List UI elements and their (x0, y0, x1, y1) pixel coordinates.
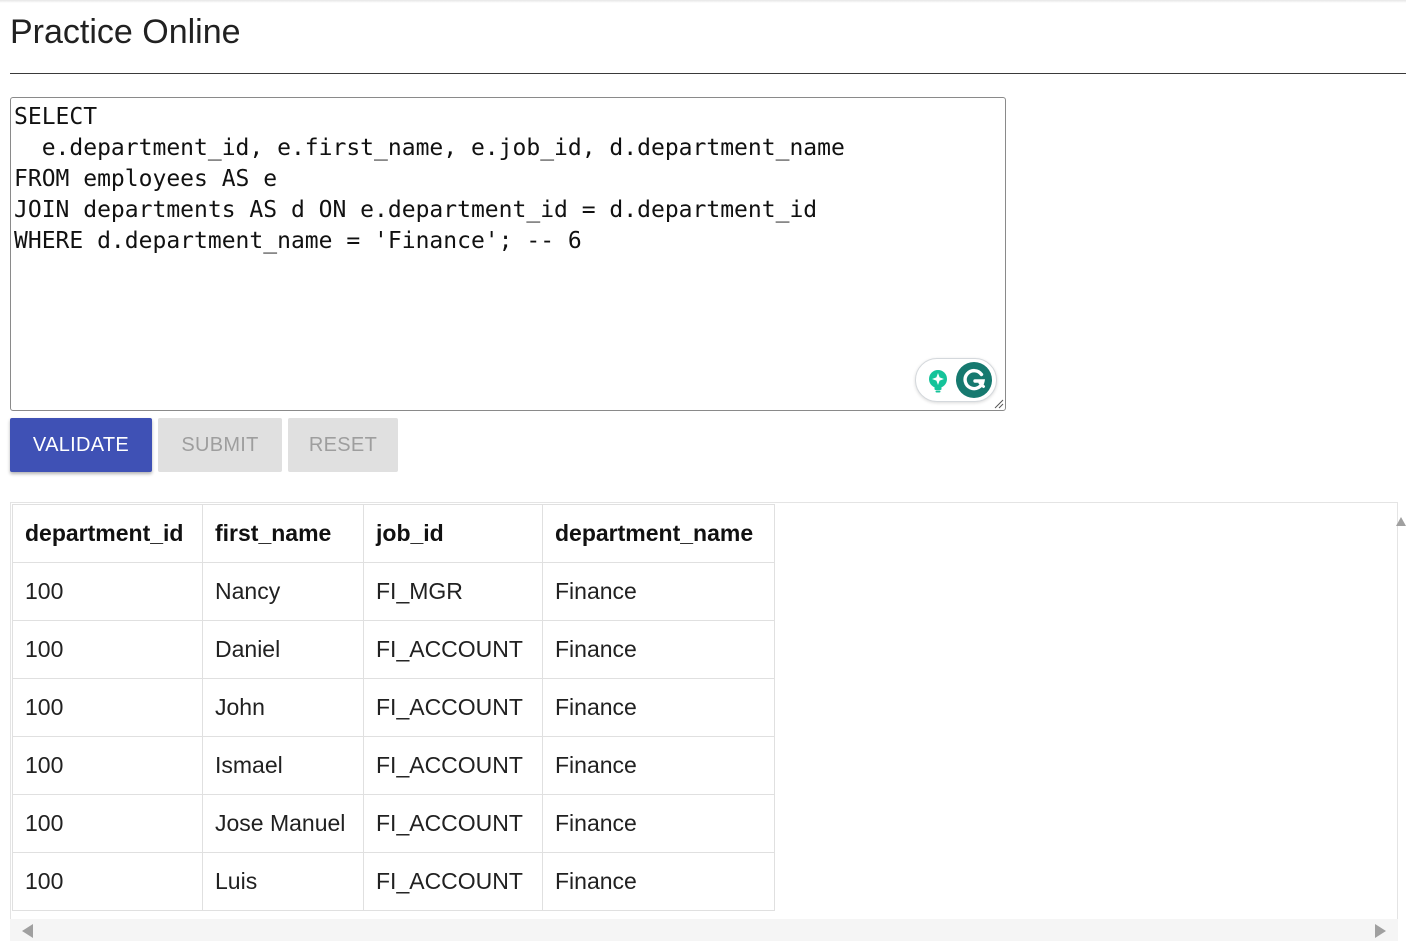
table-cell: Nancy (202, 562, 364, 621)
practice-online-page: Practice Online VALIDATE SUBMIT RESET (0, 0, 1406, 941)
table-row: 100 Nancy FI_MGR Finance (12, 562, 775, 621)
scroll-right-arrow-icon[interactable] (1375, 924, 1386, 938)
title-divider (10, 73, 1406, 74)
scroll-left-arrow-icon[interactable] (22, 924, 33, 938)
horizontal-scrollbar[interactable] (10, 919, 1398, 941)
table-cell: Finance (542, 794, 775, 853)
table-cell: FI_ACCOUNT (363, 794, 543, 853)
table-cell: Finance (542, 852, 775, 911)
submit-button[interactable]: SUBMIT (158, 418, 282, 472)
lightbulb-sparkle-icon[interactable] (925, 368, 951, 394)
result-table: department_id first_name job_id departme… (12, 504, 775, 911)
table-cell: Jose Manuel (202, 794, 364, 853)
table-cell: FI_ACCOUNT (363, 620, 543, 679)
sql-query-editor[interactable] (11, 98, 1005, 410)
table-cell: 100 (12, 620, 203, 679)
table-row: 100 Luis FI_ACCOUNT Finance (12, 852, 775, 911)
table-cell: 100 (12, 678, 203, 737)
table-cell: Daniel (202, 620, 364, 679)
table-row: 100 Ismael FI_ACCOUNT Finance (12, 736, 775, 795)
column-header: first_name (202, 504, 364, 563)
table-cell: 100 (12, 736, 203, 795)
table-cell: John (202, 678, 364, 737)
table-row: 100 John FI_ACCOUNT Finance (12, 678, 775, 737)
column-header: department_name (542, 504, 775, 563)
sql-editor-container (10, 97, 1006, 411)
table-cell: Finance (542, 678, 775, 737)
resize-grip-icon[interactable] (992, 397, 1004, 409)
table-row: 100 Jose Manuel FI_ACCOUNT Finance (12, 794, 775, 853)
table-cell: 100 (12, 794, 203, 853)
table-cell: Finance (542, 620, 775, 679)
scroll-up-arrow-icon[interactable] (1396, 517, 1406, 526)
table-cell: 100 (12, 562, 203, 621)
validate-button[interactable]: VALIDATE (10, 418, 152, 472)
table-cell: FI_ACCOUNT (363, 736, 543, 795)
table-cell: Finance (542, 562, 775, 621)
top-shadow (0, 0, 1406, 3)
reset-button[interactable]: RESET (288, 418, 398, 472)
table-cell: Ismael (202, 736, 364, 795)
grammarly-widget[interactable] (915, 358, 997, 402)
table-row: 100 Daniel FI_ACCOUNT Finance (12, 620, 775, 679)
table-cell: FI_ACCOUNT (363, 852, 543, 911)
page-title: Practice Online (10, 13, 241, 51)
grammarly-g-icon[interactable] (956, 362, 992, 398)
query-result-panel: department_id first_name job_id departme… (10, 502, 1398, 941)
column-header: department_id (12, 504, 203, 563)
table-cell: FI_MGR (363, 562, 543, 621)
table-cell: FI_ACCOUNT (363, 678, 543, 737)
column-header: job_id (363, 504, 543, 563)
table-cell: Luis (202, 852, 364, 911)
table-cell: Finance (542, 736, 775, 795)
table-cell: 100 (12, 852, 203, 911)
table-header-row: department_id first_name job_id departme… (12, 504, 775, 563)
